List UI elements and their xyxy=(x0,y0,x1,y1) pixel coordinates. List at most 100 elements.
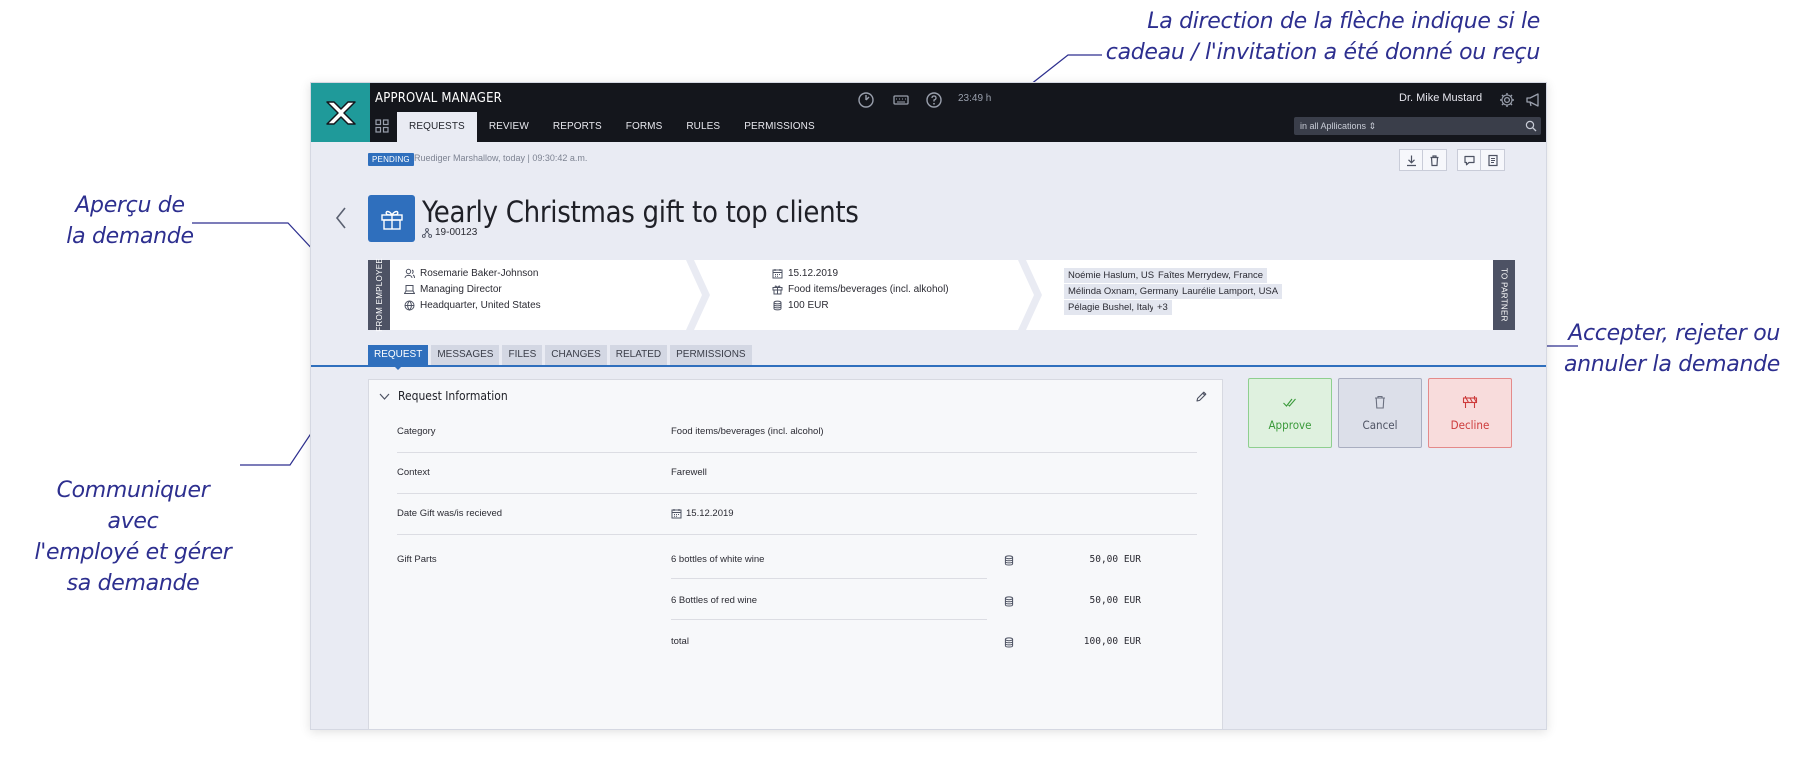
approve-button[interactable]: Approve xyxy=(1248,378,1332,448)
annotation-preview: Aperçu de la demande xyxy=(60,190,200,252)
request-information-panel: Request Information Category Food items/… xyxy=(368,379,1223,729)
document-icon xyxy=(1488,154,1498,166)
gift-part-name: 6 bottles of white wine xyxy=(671,554,765,565)
search-icon[interactable] xyxy=(1525,120,1537,132)
nav-requests[interactable]: REQUESTS xyxy=(397,112,477,142)
to-partner-label: TO PARTNER xyxy=(1493,260,1515,330)
partner-tag[interactable]: Faîtes Merrydew, France xyxy=(1154,268,1268,283)
settings-gear-icon[interactable] xyxy=(1498,91,1516,109)
back-chevron-icon[interactable] xyxy=(333,205,349,231)
request-id-value: 19-00123 xyxy=(435,227,478,238)
employee-name: Rosemarie Baker-Johnson xyxy=(420,268,539,279)
edit-pencil-icon[interactable] xyxy=(1195,390,1208,403)
annotation-preview-line-1: Aperçu de xyxy=(75,193,185,218)
gift-icon xyxy=(380,210,403,230)
application-search-input[interactable]: in all Apllications ⇕ xyxy=(1294,117,1541,135)
gift-part-name: 6 Bottles of red wine xyxy=(671,595,758,606)
row-divider xyxy=(397,534,1197,535)
app-title: APPROVAL MANAGER xyxy=(375,91,502,106)
to-partner-text: TO PARTNER xyxy=(1499,268,1509,322)
app-logo[interactable] xyxy=(311,83,370,142)
delete-button[interactable] xyxy=(1423,149,1447,171)
app-grid-icon[interactable] xyxy=(375,119,389,133)
request-flow-band: FROM EMPLOYEE Rosemarie Baker-Johnson Ma… xyxy=(368,258,1515,332)
annotation-top: La direction de la flèche indique si le … xyxy=(1100,6,1541,68)
announcement-megaphone-icon[interactable] xyxy=(1524,91,1542,109)
part-divider xyxy=(671,578,987,579)
coins-icon xyxy=(773,300,782,311)
chevron-down-icon[interactable] xyxy=(379,391,390,402)
coins-icon xyxy=(1004,555,1014,566)
nav-reports[interactable]: REPORTS xyxy=(541,112,614,142)
request-title: Yearly Christmas gift to top clients xyxy=(422,195,859,229)
tab-request[interactable]: REQUEST xyxy=(368,345,429,370)
keyboard-icon[interactable] xyxy=(892,91,910,109)
download-icon xyxy=(1406,155,1416,166)
request-id: 19-00123 xyxy=(422,227,477,238)
panel-header[interactable]: Request Information xyxy=(379,389,508,403)
notes-button[interactable] xyxy=(1481,149,1505,171)
help-icon[interactable] xyxy=(925,91,943,109)
partner-tag[interactable]: Noémie Haslum, USA xyxy=(1064,268,1165,283)
gift-total-amount: 100,00 EUR xyxy=(1083,636,1141,647)
gift-parts-label: Gift Parts xyxy=(397,554,437,565)
tab-underline xyxy=(311,365,1546,367)
annotation-actions: Accepter, rejeter ou annuler la demande xyxy=(1540,318,1780,380)
decline-button[interactable]: Decline xyxy=(1428,378,1512,448)
employee-role-line: Managing Director xyxy=(404,284,502,295)
annotation-actions-line-2: annuler la demande xyxy=(1563,352,1780,377)
annotation-communicate-line-3: sa demande xyxy=(66,571,200,596)
annotation-top-line-1: La direction de la flèche indique si le xyxy=(1147,9,1540,34)
export-tools xyxy=(1399,149,1447,171)
timer-icon[interactable] xyxy=(857,91,875,109)
employee-location-line: Headquarter, United States xyxy=(404,300,541,311)
gift-category-line: Food items/beverages (incl. alkohol) xyxy=(772,284,949,295)
comment-button[interactable] xyxy=(1457,149,1481,171)
trash-icon xyxy=(1375,395,1385,409)
comment-icon xyxy=(1463,155,1475,165)
from-employee-text: FROM EMPLOYEE xyxy=(374,258,384,332)
workflow-icon xyxy=(422,227,432,238)
gift-date: 15.12.2019 xyxy=(788,268,839,279)
roadblock-icon xyxy=(1462,396,1478,408)
user-name[interactable]: Dr. Mike Mustard xyxy=(1399,92,1482,104)
download-button[interactable] xyxy=(1399,149,1423,171)
partner-tag[interactable]: Mélinda Oxnam, Germany xyxy=(1064,284,1183,299)
tab-related[interactable]: RELATED xyxy=(609,345,668,365)
annotation-communicate: Communiquer avec l'employé et gérer sa d… xyxy=(28,475,238,599)
top-bar: APPROVAL MANAGER REQUESTS REVIEW REPORTS… xyxy=(311,83,1546,142)
tab-permissions[interactable]: PERMISSIONS xyxy=(670,345,752,365)
partner-tag[interactable]: Laurélie Lamport, USA xyxy=(1178,284,1283,299)
gift-category: Food items/beverages (incl. alkohol) xyxy=(788,284,949,295)
calendar-icon xyxy=(671,509,682,519)
trash-icon xyxy=(1430,154,1439,166)
time-tracker: 23:49 h xyxy=(958,93,992,104)
nav-review[interactable]: REVIEW xyxy=(477,112,541,142)
date-received-value-row: 15.12.2019 xyxy=(671,508,734,519)
request-tabs: REQUEST MESSAGES FILES CHANGES RELATED P… xyxy=(368,345,752,370)
date-received-label: Date Gift was/is recieved xyxy=(397,508,503,519)
annotation-communicate-line-2: l'employé et gérer xyxy=(34,540,232,565)
status-meta: Ruediger Marshallow, today | 09:30:42 a.… xyxy=(414,153,588,163)
cancel-button[interactable]: Cancel xyxy=(1338,378,1422,448)
user-icon xyxy=(404,268,415,279)
nav-permissions[interactable]: PERMISSIONS xyxy=(732,112,827,142)
tab-messages[interactable]: MESSAGES xyxy=(431,345,500,365)
main-nav: REQUESTS REVIEW REPORTS FORMS RULES PERM… xyxy=(397,112,827,142)
partner-tag[interactable]: Pélagie Bushel, Italy xyxy=(1064,300,1159,315)
calendar-icon xyxy=(772,269,783,279)
context-label: Context xyxy=(397,467,430,478)
flow-arrow-shapes xyxy=(368,260,1515,330)
context-value: Farewell xyxy=(671,467,707,478)
tab-files[interactable]: FILES xyxy=(502,345,543,365)
tab-changes[interactable]: CHANGES xyxy=(545,345,607,365)
date-received-value: 15.12.2019 xyxy=(686,508,734,519)
part-divider xyxy=(671,619,987,620)
nav-rules[interactable]: RULES xyxy=(674,112,732,142)
search-placeholder: in all Apllications ⇕ xyxy=(1300,121,1377,131)
annotation-communicate-line-1: Communiquer avec xyxy=(56,478,210,534)
decline-label: Decline xyxy=(1450,418,1490,432)
nav-forms[interactable]: FORMS xyxy=(614,112,675,142)
category-value: Food items/beverages (incl. alcohol) xyxy=(671,426,824,437)
more-partners-badge[interactable]: +3 xyxy=(1153,300,1172,315)
